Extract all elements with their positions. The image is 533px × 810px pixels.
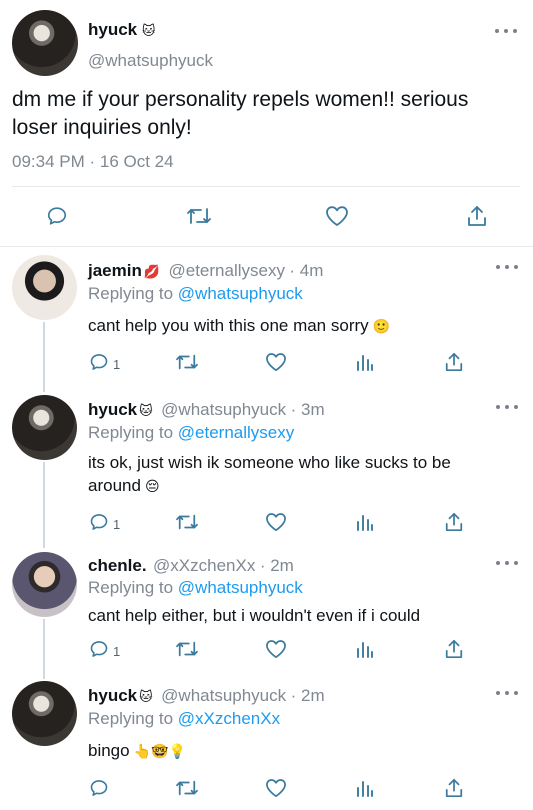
replying-to: Replying to @whatsuphyuck (88, 284, 303, 303)
emoji: 😔 (144, 478, 160, 494)
emoji: 🙂 (372, 318, 391, 334)
reply-header: hyuck 🐱 @whatsuphyuck · 2m (88, 686, 325, 706)
author-name[interactable]: jaemin (88, 261, 142, 280)
avatar[interactable] (12, 395, 77, 460)
reply-text: cant help either, but i wouldn't even if… (88, 606, 421, 625)
reply-icon[interactable] (89, 512, 109, 532)
reply-text-line-1: its ok, just wish ik someone who like su… (88, 453, 451, 472)
views-icon[interactable] (356, 353, 374, 371)
reply-text: bingo 👆🤓💡 (88, 741, 186, 760)
replying-to: Replying to @eternallysexy (88, 423, 295, 442)
replying-to: Replying to @xXzchenXx (88, 709, 281, 728)
views-icon[interactable] (356, 779, 374, 797)
author-name[interactable]: hyuck (88, 686, 137, 705)
share-icon[interactable] (444, 638, 464, 660)
divider (0, 246, 533, 247)
cat-emoji: 🐱 (141, 23, 156, 38)
views-icon[interactable] (356, 640, 374, 658)
share-icon[interactable] (466, 204, 488, 228)
author-handle[interactable]: @eternallysexy (169, 261, 285, 280)
share-icon[interactable] (444, 351, 464, 373)
reply-icon[interactable] (89, 639, 109, 659)
replying-to: Replying to @whatsuphyuck (88, 578, 303, 597)
lips-emoji: 💋 (143, 264, 161, 279)
tweet-timestamp[interactable]: 09:34 PM · 16 Oct 24 (12, 152, 174, 172)
more-icon[interactable] (496, 405, 518, 411)
emojis: 👆🤓💡 (133, 743, 186, 759)
thread-line (43, 462, 45, 548)
replying-to-link[interactable]: @xXzchenXx (178, 709, 280, 728)
reply-time: · 3m (290, 400, 325, 419)
reply-text-line-2: around 😔 (88, 476, 160, 495)
replying-to-link[interactable]: @eternallysexy (178, 423, 294, 442)
author-handle[interactable]: @whatsuphyuck (88, 51, 213, 71)
reply-count: 1 (113, 517, 121, 532)
retweet-icon[interactable] (175, 778, 199, 798)
reply-time: · 4m (289, 261, 324, 280)
reply-header: chenle. @xXzchenXx · 2m (88, 556, 294, 576)
replying-to-link[interactable]: @whatsuphyuck (178, 578, 303, 597)
reply-count: 1 (113, 644, 121, 659)
like-icon[interactable] (325, 205, 349, 227)
reply-icon[interactable] (89, 352, 109, 372)
reply-header: jaemin 💋 @eternallysexy · 4m (88, 261, 323, 281)
author-handle[interactable]: @xXzchenXx (153, 556, 255, 575)
like-icon[interactable] (265, 639, 287, 659)
share-icon[interactable] (444, 777, 464, 799)
more-icon[interactable] (496, 265, 518, 271)
views-icon[interactable] (356, 513, 374, 531)
reply-icon[interactable] (46, 205, 68, 227)
author-name[interactable]: chenle. (88, 556, 147, 575)
author-name[interactable]: hyuck 🐱 (88, 20, 155, 40)
avatar[interactable] (12, 552, 77, 617)
replying-to-link[interactable]: @whatsuphyuck (178, 284, 303, 303)
reply-time: · 2m (259, 556, 294, 575)
more-icon[interactable] (495, 29, 517, 35)
avatar[interactable] (12, 10, 78, 76)
reply-icon[interactable] (89, 778, 109, 798)
retweet-icon[interactable] (175, 639, 199, 659)
retweet-icon[interactable] (186, 205, 212, 227)
retweet-icon[interactable] (175, 352, 199, 372)
cat-emoji: 🐱 (139, 689, 153, 704)
reply-text: cant help you with this one man sorry 🙂 (88, 316, 391, 335)
tweet-text: dm me if your personality repels women!!… (12, 88, 469, 139)
more-icon[interactable] (496, 691, 518, 697)
like-icon[interactable] (265, 778, 287, 798)
thread-line (43, 322, 45, 392)
share-icon[interactable] (444, 511, 464, 533)
like-icon[interactable] (265, 352, 287, 372)
thread-line (43, 619, 45, 679)
cat-emoji: 🐱 (139, 403, 153, 418)
avatar[interactable] (12, 255, 77, 320)
author-handle[interactable]: @whatsuphyuck (161, 686, 286, 705)
divider (12, 186, 520, 187)
like-icon[interactable] (265, 512, 287, 532)
avatar[interactable] (12, 681, 77, 746)
reply-header: hyuck 🐱 @whatsuphyuck · 3m (88, 400, 325, 420)
retweet-icon[interactable] (175, 512, 199, 532)
reply-time: · 2m (290, 686, 325, 705)
more-icon[interactable] (496, 561, 518, 567)
author-handle[interactable]: @whatsuphyuck (161, 400, 286, 419)
reply-count: 1 (113, 357, 121, 372)
author-name[interactable]: hyuck (88, 400, 137, 419)
